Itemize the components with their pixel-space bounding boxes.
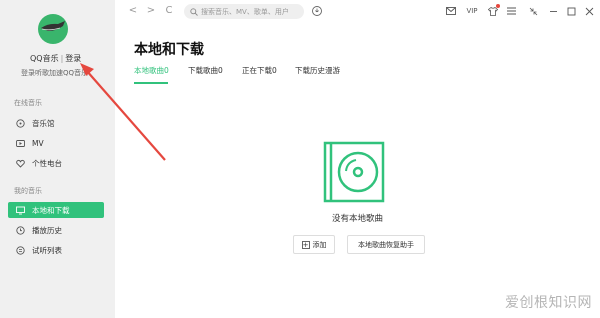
sidebar-item-music-hall[interactable]: 音乐馆 xyxy=(8,115,104,131)
empty-state-text: 没有本地歌曲 xyxy=(331,214,383,224)
separator: | xyxy=(60,54,64,63)
qq-music-logo-icon xyxy=(41,21,65,31)
search-input[interactable] xyxy=(201,7,301,16)
sidebar-item-label: 试听列表 xyxy=(32,245,62,255)
vip-button[interactable]: VIP xyxy=(464,5,480,17)
add-button[interactable]: + 添加 xyxy=(293,235,335,254)
sidebar-item-radio[interactable]: 个性电台 xyxy=(8,155,104,171)
tab-downloading[interactable]: 正在下载0 xyxy=(242,65,277,76)
add-button-label: 添加 xyxy=(312,240,327,249)
heart-radio-icon xyxy=(16,159,25,168)
mail-icon[interactable] xyxy=(445,5,457,17)
sidebar-item-play-history[interactable]: 播放历史 xyxy=(8,222,104,238)
main-panel: < > C VIP 本地和下载 本 xyxy=(115,0,600,318)
refresh-button[interactable]: C xyxy=(163,5,175,17)
list-icon xyxy=(16,245,25,255)
watermark: 爱创根知识网 xyxy=(505,295,592,311)
close-icon[interactable] xyxy=(583,5,595,17)
sidebar-item-label: MV xyxy=(32,138,44,148)
login-link[interactable]: 登录 xyxy=(65,54,81,63)
notification-dot xyxy=(496,4,500,8)
top-bar: < > C VIP xyxy=(115,0,600,24)
tab-local-songs[interactable]: 本地歌曲0 xyxy=(134,65,169,76)
app-name: QQ音乐 xyxy=(30,54,59,63)
page-title: 本地和下载 xyxy=(134,42,204,58)
forward-button[interactable]: > xyxy=(145,5,157,17)
shirt-icon[interactable] xyxy=(487,4,500,17)
restore-helper-label: 本地歌曲恢复助手 xyxy=(358,240,414,249)
sidebar-item-label: 音乐馆 xyxy=(32,118,55,128)
sidebar-item-trial-list[interactable]: 试听列表 xyxy=(8,242,104,258)
mini-mode-icon[interactable] xyxy=(527,5,539,17)
empty-disc-box-icon xyxy=(323,141,385,203)
login-hint: 登录听歌加速QQ音乐 xyxy=(21,69,89,77)
active-tab-indicator xyxy=(134,82,168,84)
section-online-title: 在线音乐 xyxy=(14,99,42,107)
menu-icon[interactable] xyxy=(505,5,517,17)
monitor-icon xyxy=(16,206,25,215)
disc-icon xyxy=(16,118,25,128)
tab-downloaded-songs[interactable]: 下载歌曲0 xyxy=(188,65,223,76)
sidebar-item-mv[interactable]: MV xyxy=(8,135,104,151)
sidebar-item-local-download[interactable]: 本地和下载 xyxy=(8,202,104,218)
tab-download-history[interactable]: 下载历史漫游 xyxy=(295,65,340,76)
plus-icon: + xyxy=(301,240,310,249)
search-icon xyxy=(190,7,198,16)
sidebar-item-label: 本地和下载 xyxy=(32,205,70,215)
listen-recognize-icon[interactable] xyxy=(311,5,323,17)
restore-helper-button[interactable]: 本地歌曲恢复助手 xyxy=(347,235,425,254)
sidebar: QQ音乐 | 登录 登录听歌加速QQ音乐 在线音乐 音乐馆 MV 个性电台 我的音乐… xyxy=(0,0,115,318)
back-button[interactable]: < xyxy=(127,5,139,17)
search-box[interactable] xyxy=(184,4,304,19)
video-icon xyxy=(16,139,25,148)
sidebar-item-label: 个性电台 xyxy=(32,158,62,168)
section-mine-title: 我的音乐 xyxy=(14,187,42,195)
sidebar-item-label: 播放历史 xyxy=(32,225,62,235)
avatar[interactable] xyxy=(38,14,68,44)
minimize-icon[interactable] xyxy=(547,5,559,17)
clock-icon xyxy=(16,225,25,235)
maximize-icon[interactable] xyxy=(565,5,577,17)
login-row: QQ音乐 | 登录 xyxy=(30,53,81,64)
